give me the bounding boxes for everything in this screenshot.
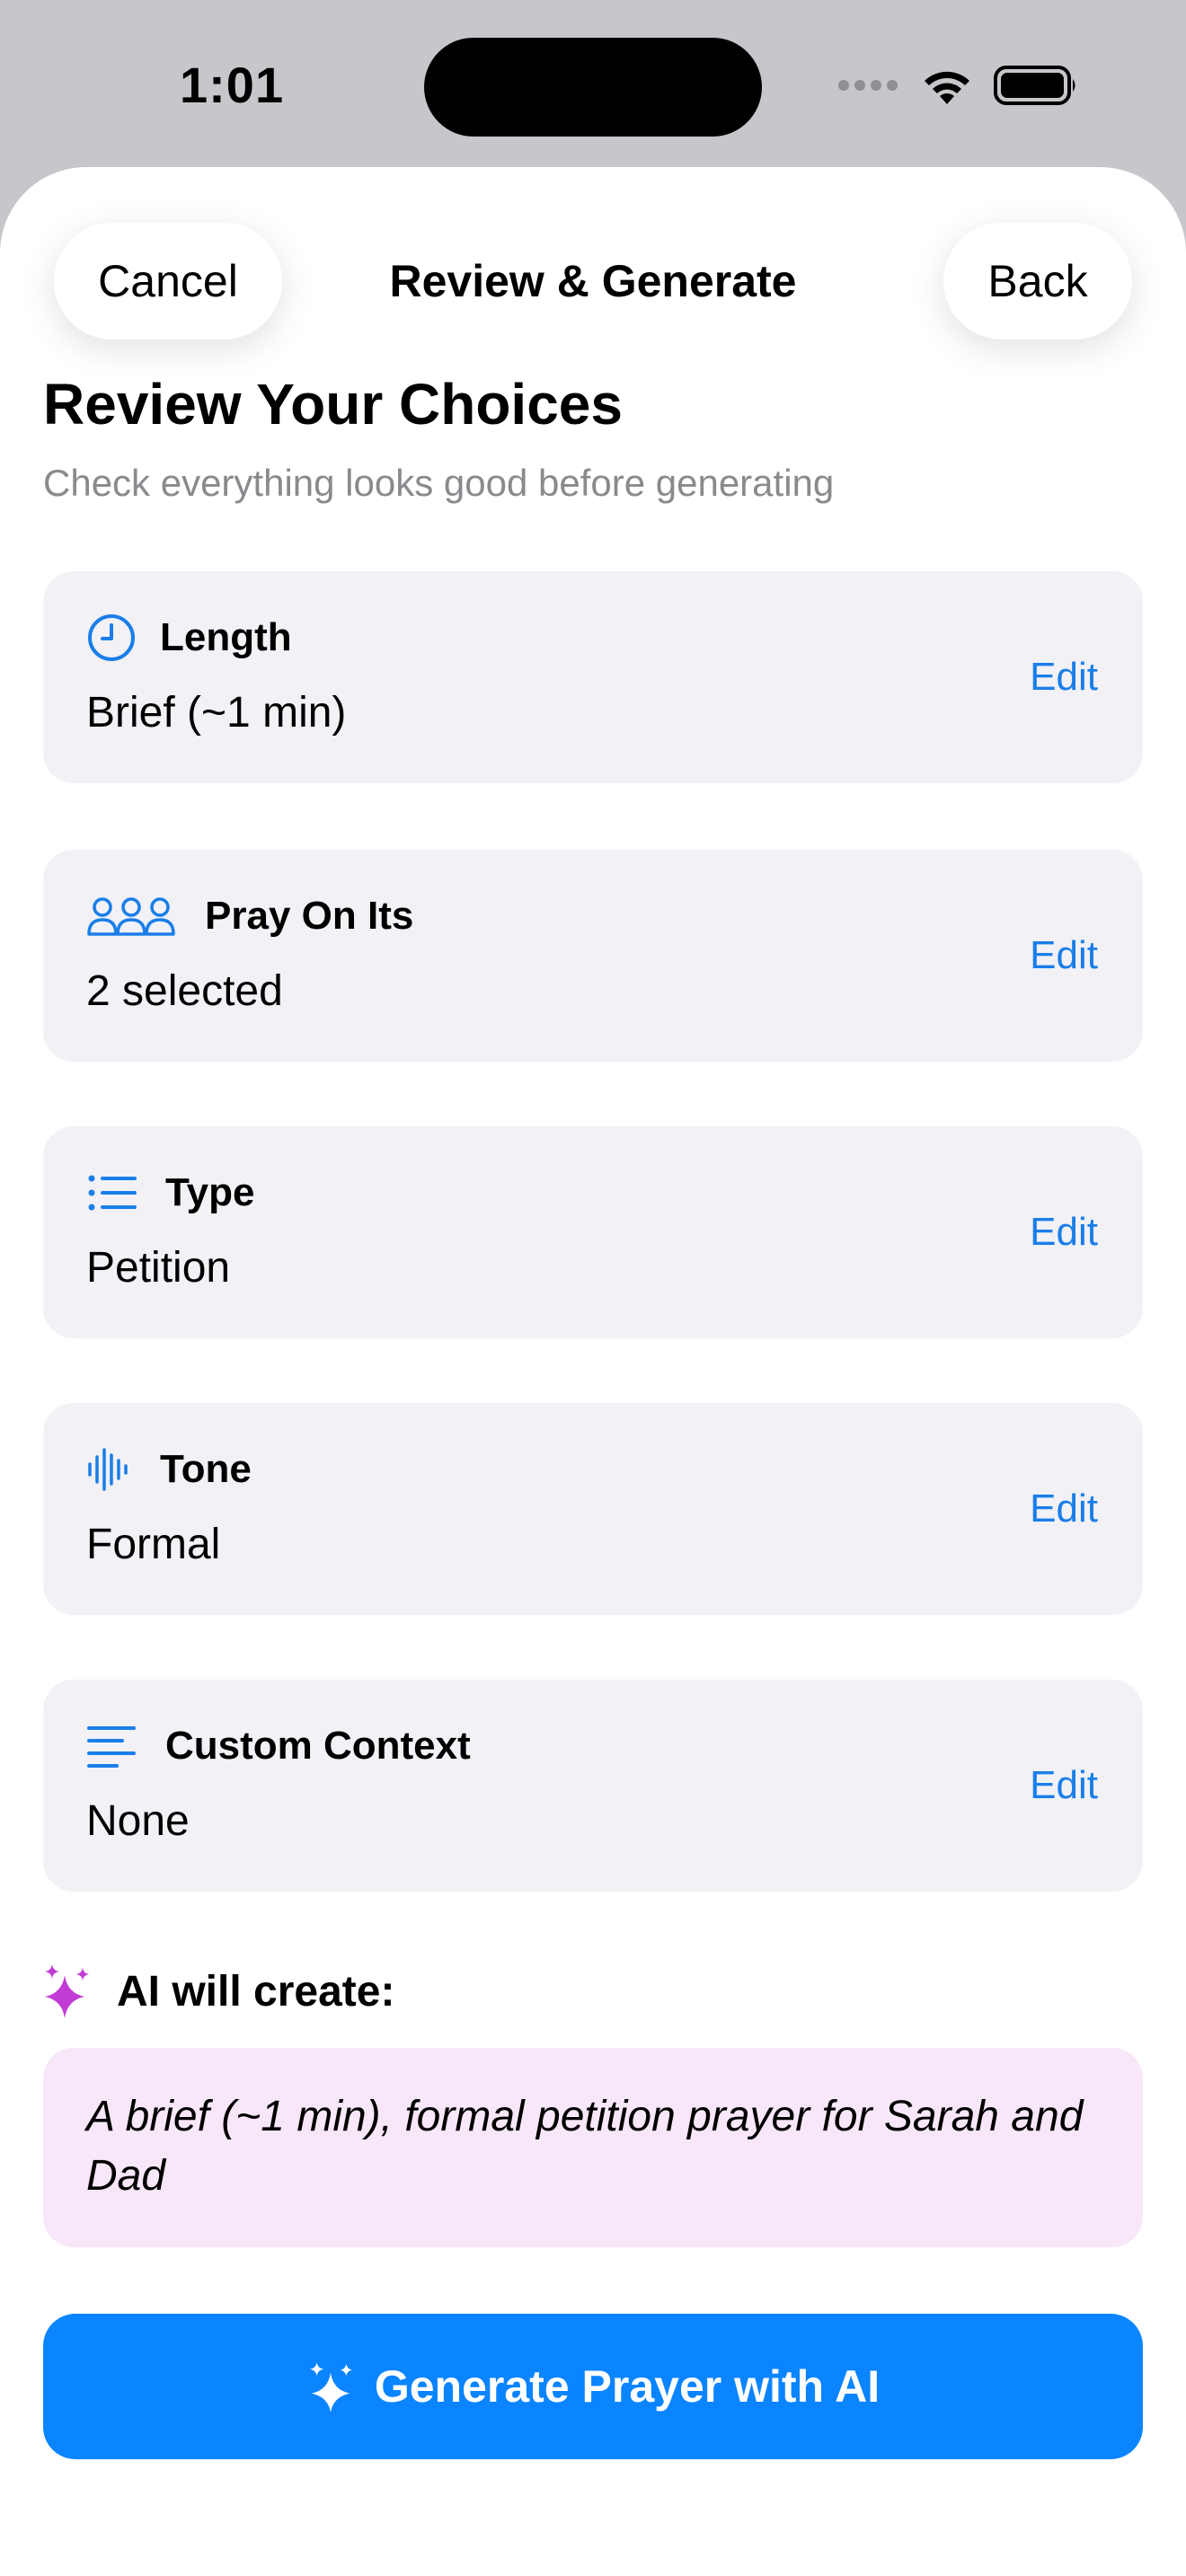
waveform-icon — [86, 1444, 131, 1495]
card-title: Type — [165, 1170, 255, 1214]
wifi-icon — [925, 71, 969, 104]
ai-summary-header: AI will create: — [43, 1960, 394, 2023]
card-title: Pray On Its — [205, 894, 414, 938]
ai-summary-label: AI will create: — [117, 1967, 395, 2016]
status-icons — [837, 63, 1078, 108]
review-sheet: Cancel Review & Generate Back Review You… — [0, 167, 1186, 2576]
page-subtitle: Check everything looks good before gener… — [43, 462, 835, 504]
dynamic-island — [424, 38, 762, 137]
list-icon — [86, 1168, 137, 1218]
page-title: Review Your Choices — [43, 372, 623, 437]
edit-length-button[interactable]: Edit — [1030, 650, 1098, 704]
generate-prayer-button-label: Generate Prayer with AI — [374, 2361, 881, 2412]
card-tone: Tone Formal Edit — [43, 1403, 1143, 1615]
sparkles-icon — [309, 2362, 352, 2413]
edit-type-button[interactable]: Edit — [1030, 1205, 1098, 1259]
status-bar: 1:01 — [0, 0, 1186, 167]
card-value: 2 selected — [86, 967, 283, 1015]
card-length: Length Brief (~1 min) Edit — [43, 571, 1143, 783]
card-type: Type Petition Edit — [43, 1126, 1143, 1338]
text-align-icon — [86, 1721, 137, 1771]
edit-pray-on-button[interactable]: Edit — [1030, 929, 1098, 983]
clock-icon — [86, 613, 137, 663]
edit-tone-button[interactable]: Edit — [1030, 1482, 1098, 1536]
edit-custom-context-button[interactable]: Edit — [1030, 1759, 1098, 1813]
card-custom-context: Custom Context None Edit — [43, 1680, 1143, 1892]
back-button-label: Back — [987, 256, 1088, 306]
back-button[interactable]: Back — [943, 223, 1132, 340]
card-pray-on: Pray On Its 2 selected Edit — [43, 850, 1143, 1062]
battery-icon — [994, 66, 1075, 105]
people-icon — [86, 891, 176, 941]
generate-prayer-button[interactable]: Generate Prayer with AI — [43, 2314, 1143, 2459]
card-title: Custom Context — [165, 1724, 471, 1768]
card-title: Length — [160, 615, 292, 659]
card-value: Formal — [86, 1521, 221, 1568]
card-value: Petition — [86, 1244, 231, 1292]
card-title: Tone — [160, 1447, 252, 1491]
status-time: 1:01 — [180, 57, 285, 113]
sparkles-icon — [45, 1964, 89, 2018]
cellular-signal-icon — [838, 80, 898, 91]
card-value: None — [86, 1797, 190, 1845]
ai-summary-text: A brief (~1 min), formal petition prayer… — [43, 2048, 1143, 2247]
card-value: Brief (~1 min) — [86, 689, 347, 737]
